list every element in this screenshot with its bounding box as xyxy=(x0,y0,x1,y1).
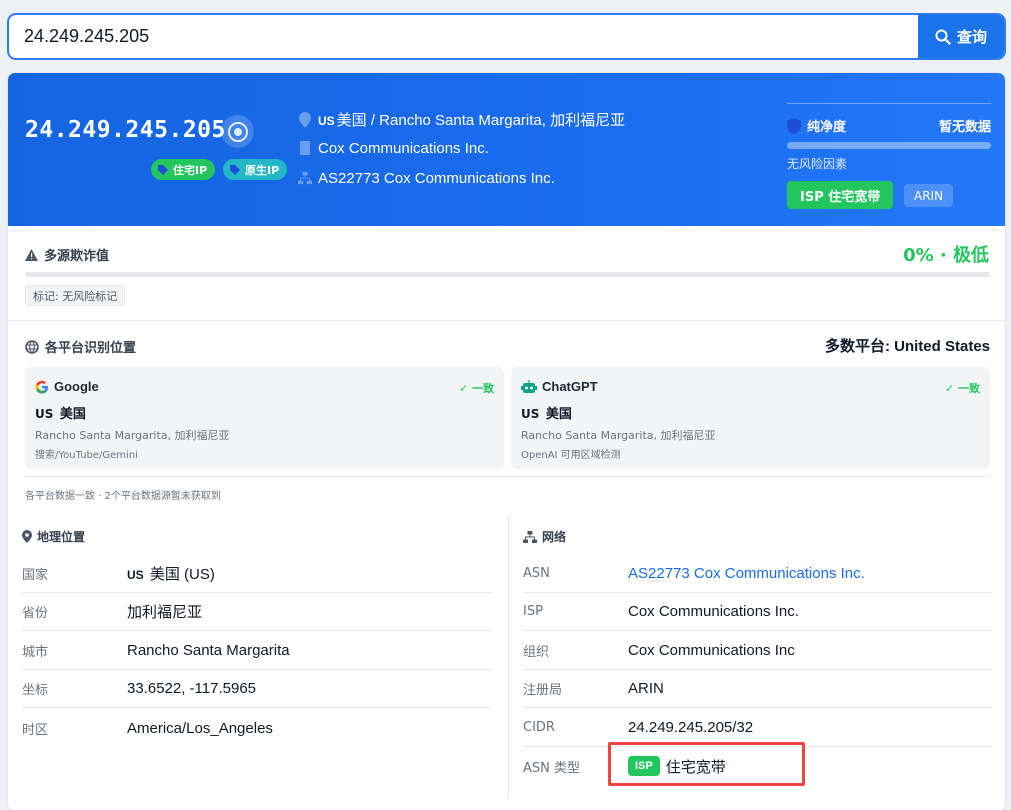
warning-icon xyxy=(25,248,38,261)
tag-icon xyxy=(230,164,240,175)
platform-footer: 各平台数据一致 · 2个平台数据源暂未获取到 xyxy=(25,491,221,502)
google-icon xyxy=(35,380,48,393)
purity-bar xyxy=(787,142,991,149)
purity-label: 纯净度 xyxy=(807,120,847,135)
location-pin-icon xyxy=(22,530,32,543)
search-input[interactable] xyxy=(9,15,918,58)
asn-link[interactable]: AS22773 Cox Communications Inc. xyxy=(628,565,865,582)
net-row-org: 组织 Cox Communications Inc xyxy=(523,632,992,670)
platform-card-chatgpt: ChatGPT ✓ 一致 US 美国 Rancho Santa Margarit… xyxy=(511,367,990,469)
platform-city: Rancho Santa Margarita, 加利福尼亚 xyxy=(35,429,230,442)
hero-location: US 美国 / Rancho Santa Margarita, 加利福尼亚 xyxy=(298,109,625,130)
fraud-bar xyxy=(25,272,990,277)
shield-icon xyxy=(787,117,801,134)
platform-card-google: Google ✓ 一致 US 美国 Rancho Santa Margarita… xyxy=(25,367,504,469)
fraud-mark-chip: 标记: 无风险标记 xyxy=(25,285,126,306)
search-bar: 查询 xyxy=(7,13,1006,60)
network-icon xyxy=(523,530,537,543)
net-row-registry: 注册局 ARIN xyxy=(523,670,992,708)
registry-badge: ARIN xyxy=(904,184,954,207)
ip-hero: 24.249.245.205 住宅IP 原生IP US 美国 / Rancho S… xyxy=(8,73,1005,226)
details-section: 地理位置 国家 US 美国 (US) 省份 加利福尼亚 城市 Rancho Sa… xyxy=(8,509,1005,809)
platform-section: 各平台识别位置 多数平台: United States Google ✓ 一致 … xyxy=(8,321,1005,509)
divider xyxy=(25,476,990,477)
geo-row-province: 省份 加利福尼亚 xyxy=(22,593,492,631)
hero-org: Cox Communications Inc. xyxy=(298,139,489,157)
geo-row-city: 城市 Rancho Santa Margarita xyxy=(22,632,492,670)
hero-asn: AS22773 Cox Communications Inc. xyxy=(298,169,555,187)
purity-value: 暂无数据 xyxy=(938,120,991,135)
native-ip-tag: 原生IP xyxy=(223,159,288,180)
platform-note: 搜索/YouTube/Gemini xyxy=(35,450,138,461)
purity-panel: 纯净度 暂无数据 无风险因素 ISP 住宅宽带 ARIN xyxy=(787,103,991,209)
fraud-score: 0% · 极低 xyxy=(903,245,989,266)
platform-title: 各平台识别位置 xyxy=(25,337,136,356)
geo-row-coordinates: 坐标 33.6522, -117.5965 xyxy=(22,670,492,708)
platform-country: US 美国 xyxy=(521,407,572,422)
globe-icon xyxy=(25,339,39,354)
platform-country: US 美国 xyxy=(35,407,86,422)
search-icon xyxy=(935,29,951,45)
geo-title: 地理位置 xyxy=(22,528,85,545)
search-button-label: 查询 xyxy=(956,29,987,46)
divider xyxy=(508,515,509,799)
location-pin-icon xyxy=(298,111,312,129)
result-card: 24.249.245.205 住宅IP 原生IP US 美国 / Rancho S… xyxy=(7,72,1006,810)
consistent-badge: ✓ 一致 xyxy=(458,382,494,395)
search-button[interactable]: 查询 xyxy=(918,15,1004,58)
fraud-title: 多源欺诈值 xyxy=(25,245,109,264)
majority-platform: 多数平台: United States xyxy=(824,338,990,355)
fraud-section: 多源欺诈值 0% · 极低 标记: 无风险标记 xyxy=(8,226,1005,321)
purity-sub: 无风险因素 xyxy=(787,157,848,171)
net-row-asn: ASN AS22773 Cox Communications Inc. xyxy=(523,555,992,593)
building-icon xyxy=(298,139,312,157)
net-row-isp: ISP Cox Communications Inc. xyxy=(523,593,992,631)
platform-city: Rancho Santa Margarita, 加利福尼亚 xyxy=(521,429,716,442)
residential-ip-tag: 住宅IP xyxy=(151,159,216,180)
consistent-badge: ✓ 一致 xyxy=(944,382,980,395)
isp-type-badge: ISP 住宅宽带 xyxy=(787,181,894,209)
geo-row-timezone: 时区 America/Los_Angeles xyxy=(22,719,273,738)
geo-row-country: 国家 US 美国 (US) xyxy=(22,555,492,593)
ip-address: 24.249.245.205 xyxy=(25,117,226,143)
network-icon xyxy=(298,169,312,187)
robot-icon xyxy=(521,379,537,393)
tag-icon xyxy=(158,164,168,175)
network-title: 网络 xyxy=(523,528,566,545)
platform-note: OpenAI 可用区域检测 xyxy=(521,450,621,461)
eye-icon[interactable] xyxy=(221,115,254,148)
highlight-box xyxy=(608,742,805,786)
